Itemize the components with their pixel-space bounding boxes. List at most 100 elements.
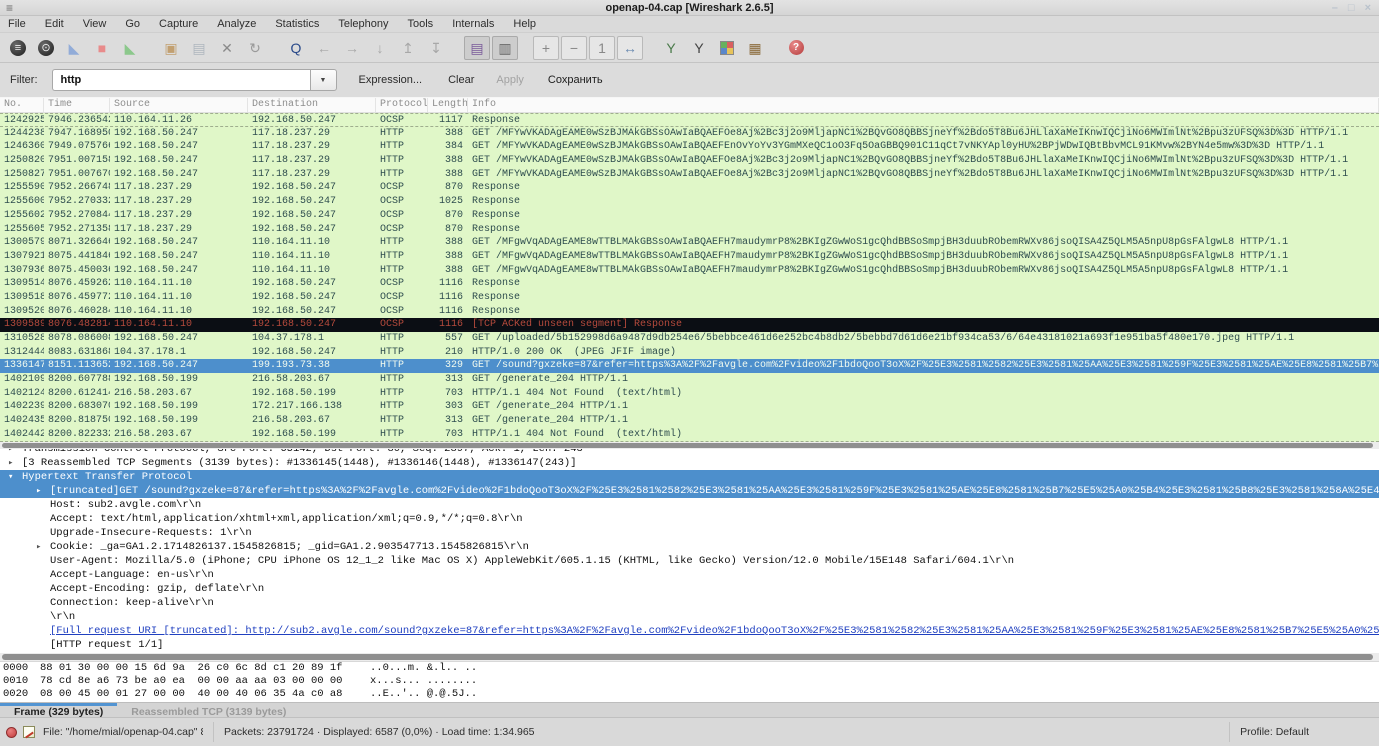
column-header-length[interactable]: Length — [428, 98, 468, 112]
packet-list[interactable]: 12429257946.236542110.164.11.26192.168.5… — [0, 113, 1379, 442]
packet-bytes-pane[interactable]: 000088 01 30 00 00 15 6d 9a 26 c0 6c 8d … — [0, 661, 1379, 702]
packet-row[interactable]: 14024358200.818750192.168.50.199216.58.2… — [0, 414, 1379, 428]
maximize-button[interactable]: □ — [1348, 2, 1355, 14]
detail-row[interactable]: Accept: text/html,application/xhtml+xml,… — [0, 512, 1379, 526]
toolbar-go-to-top-button[interactable]: ↥ — [395, 36, 421, 60]
save-filter-button[interactable]: Сохранить — [548, 74, 603, 86]
packet-row[interactable]: 13124448083.631868104.37.178.1192.168.50… — [0, 346, 1379, 360]
packet-row[interactable]: 12429257946.236542110.164.11.26192.168.5… — [0, 113, 1379, 127]
menu-capture[interactable]: Capture — [159, 18, 198, 30]
packet-row[interactable]: 12556007952.270332117.18.237.29192.168.5… — [0, 195, 1379, 209]
packet-row[interactable]: 12555907952.266748117.18.237.29192.168.5… — [0, 181, 1379, 195]
packet-row[interactable]: 12442387947.168950192.168.50.247117.18.2… — [0, 127, 1379, 141]
column-header-source[interactable]: Source — [110, 98, 248, 112]
toolbar-start-capture-button[interactable]: ◣ — [61, 36, 87, 60]
hex-row[interactable]: 000088 01 30 00 00 15 6d 9a 26 c0 6c 8d … — [0, 662, 1379, 675]
column-header-no[interactable]: No. — [0, 98, 44, 112]
detail-row[interactable]: [HTTP request 1/1] — [0, 638, 1379, 652]
packet-row[interactable]: 13095208076.460284110.164.11.10192.168.5… — [0, 305, 1379, 319]
toolbar-zoom-100-button[interactable]: 1 — [589, 36, 615, 60]
detail-row[interactable]: ▾Hypertext Transfer Protocol — [0, 470, 1379, 484]
packet-row[interactable]: 13005798071.326646192.168.50.247110.164.… — [0, 236, 1379, 250]
toolbar-zoom-in-button[interactable]: + — [533, 36, 559, 60]
detail-row[interactable]: Upgrade-Insecure-Requests: 1\r\n — [0, 526, 1379, 540]
menu-help[interactable]: Help — [513, 18, 536, 30]
toolbar-list-interfaces-button[interactable]: ≡ — [5, 36, 31, 60]
expanded-arrow-icon[interactable]: ▾ — [8, 470, 22, 484]
toolbar-save-capture-button[interactable]: ▤ — [186, 36, 212, 60]
menu-telephony[interactable]: Telephony — [338, 18, 388, 30]
detail-row[interactable]: ▸Cookie: _ga=GA1.2.1714826137.1545826815… — [0, 540, 1379, 554]
toolbar-restart-capture-button[interactable]: ◣ — [117, 36, 143, 60]
toolbar-resize-columns-button[interactable]: ↔ — [617, 36, 643, 60]
column-header-destination[interactable]: Destination — [248, 98, 376, 112]
menu-statistics[interactable]: Statistics — [275, 18, 319, 30]
toolbar-help-button[interactable]: ? — [783, 36, 809, 60]
toolbar-reload-capture-button[interactable]: ↻ — [242, 36, 268, 60]
menu-edit[interactable]: Edit — [45, 18, 64, 30]
packet-details-pane[interactable]: ▸Transmission Control Protocol, Src Port… — [0, 449, 1379, 653]
packet-row[interactable]: 12556057952.271358117.18.237.29192.168.5… — [0, 223, 1379, 237]
toolbar-go-forward-button[interactable]: → — [339, 36, 365, 60]
detail-row[interactable]: ▸Transmission Control Protocol, Src Port… — [0, 449, 1379, 456]
scrollbar-thumb[interactable] — [2, 654, 1373, 660]
toolbar-stop-capture-button[interactable]: ■ — [89, 36, 115, 60]
detail-row[interactable]: Host: sub2.avgle.com\r\n — [0, 498, 1379, 512]
packet-list-hscrollbar[interactable] — [0, 442, 1379, 449]
detail-row[interactable]: ▸[truncated]GET /sound?gxzeke=87&refer=h… — [0, 484, 1379, 498]
detail-row[interactable]: \r\n — [0, 610, 1379, 624]
toolbar-colorize-packets-button[interactable]: ▤ — [464, 36, 490, 60]
apply-button[interactable]: Apply — [496, 74, 524, 86]
detail-row[interactable]: Connection: keep-alive\r\n — [0, 596, 1379, 610]
hex-row[interactable]: 002008 00 45 00 01 27 00 00 40 00 40 06 … — [0, 688, 1379, 701]
packet-row[interactable]: 13095898076.482814110.164.11.10192.168.5… — [0, 318, 1379, 332]
packet-row[interactable]: 13095148076.459262110.164.11.10192.168.5… — [0, 277, 1379, 291]
toolbar-auto-scroll-button[interactable]: ▥ — [492, 36, 518, 60]
packet-row[interactable]: 12463607949.075766192.168.50.247117.18.2… — [0, 140, 1379, 154]
toolbar-capture-options-button[interactable]: ⊙ — [33, 36, 59, 60]
minimize-button[interactable]: – — [1332, 2, 1338, 14]
packet-row[interactable]: 12508277951.007670192.168.50.247117.18.2… — [0, 168, 1379, 182]
collapsed-arrow-icon[interactable]: ▸ — [36, 484, 50, 498]
packet-row[interactable]: 14024428200.822332216.58.203.67192.168.5… — [0, 428, 1379, 442]
packet-row[interactable]: 13361478151.113652192.168.50.247199.193.… — [0, 359, 1379, 373]
packet-row[interactable]: 13079218075.441846192.168.50.247110.164.… — [0, 250, 1379, 264]
toolbar-coloring-rules-button[interactable] — [714, 36, 740, 60]
filter-input[interactable] — [52, 69, 310, 91]
expert-info-icon[interactable] — [6, 727, 17, 738]
clear-button[interactable]: Clear — [448, 74, 474, 86]
packet-row[interactable]: 13105288078.086008192.168.50.247104.37.1… — [0, 332, 1379, 346]
packet-row[interactable]: 14022398200.683070192.168.50.199172.217.… — [0, 400, 1379, 414]
menu-view[interactable]: View — [83, 18, 107, 30]
packet-row[interactable]: 12556027952.270844117.18.237.29192.168.5… — [0, 209, 1379, 223]
toolbar-capture-filters-button[interactable]: Y — [658, 36, 684, 60]
toolbar-go-back-button[interactable]: ← — [311, 36, 337, 60]
filter-dropdown-button[interactable]: ▼ — [310, 69, 337, 91]
column-header-info[interactable]: Info — [468, 98, 1379, 112]
details-hscrollbar[interactable] — [0, 653, 1379, 661]
toolbar-go-to-packet-button[interactable]: ↓ — [367, 36, 393, 60]
detail-row[interactable]: Accept-Encoding: gzip, deflate\r\n — [0, 582, 1379, 596]
toolbar-preferences-button[interactable]: ▦ — [742, 36, 768, 60]
toolbar-display-filters-button[interactable]: Y — [686, 36, 712, 60]
menu-go[interactable]: Go — [125, 18, 140, 30]
column-header-time[interactable]: Time — [44, 98, 110, 112]
scrollbar-thumb[interactable] — [2, 443, 1373, 448]
menu-tools[interactable]: Tools — [408, 18, 434, 30]
toolbar-open-capture-button[interactable]: ▣ — [158, 36, 184, 60]
hex-row[interactable]: 001078 cd 8e a6 73 be a0 ea 00 00 aa aa … — [0, 675, 1379, 688]
detail-row[interactable]: ▸[3 Reassembled TCP Segments (3139 bytes… — [0, 456, 1379, 470]
packet-row[interactable]: 12508207951.007158192.168.50.247117.18.2… — [0, 154, 1379, 168]
column-header-protocol[interactable]: Protocol — [376, 98, 428, 112]
toolbar-zoom-out-button[interactable]: − — [561, 36, 587, 60]
detail-row[interactable]: [Full request URI [truncated]: http://su… — [0, 624, 1379, 638]
byte-tab-reassembled[interactable]: Reassembled TCP (3139 bytes) — [117, 703, 300, 717]
menu-internals[interactable]: Internals — [452, 18, 494, 30]
byte-tab-frame[interactable]: Frame (329 bytes) — [0, 703, 117, 717]
toolbar-go-to-bottom-button[interactable]: ↧ — [423, 36, 449, 60]
packet-row[interactable]: 13079368075.450036192.168.50.247110.164.… — [0, 264, 1379, 278]
packet-row[interactable]: 14021248200.612414216.58.203.67192.168.5… — [0, 387, 1379, 401]
collapsed-arrow-icon[interactable]: ▸ — [8, 449, 22, 456]
status-profile[interactable]: Profile: Default — [1240, 726, 1379, 738]
expression-button[interactable]: Expression... — [359, 74, 423, 86]
